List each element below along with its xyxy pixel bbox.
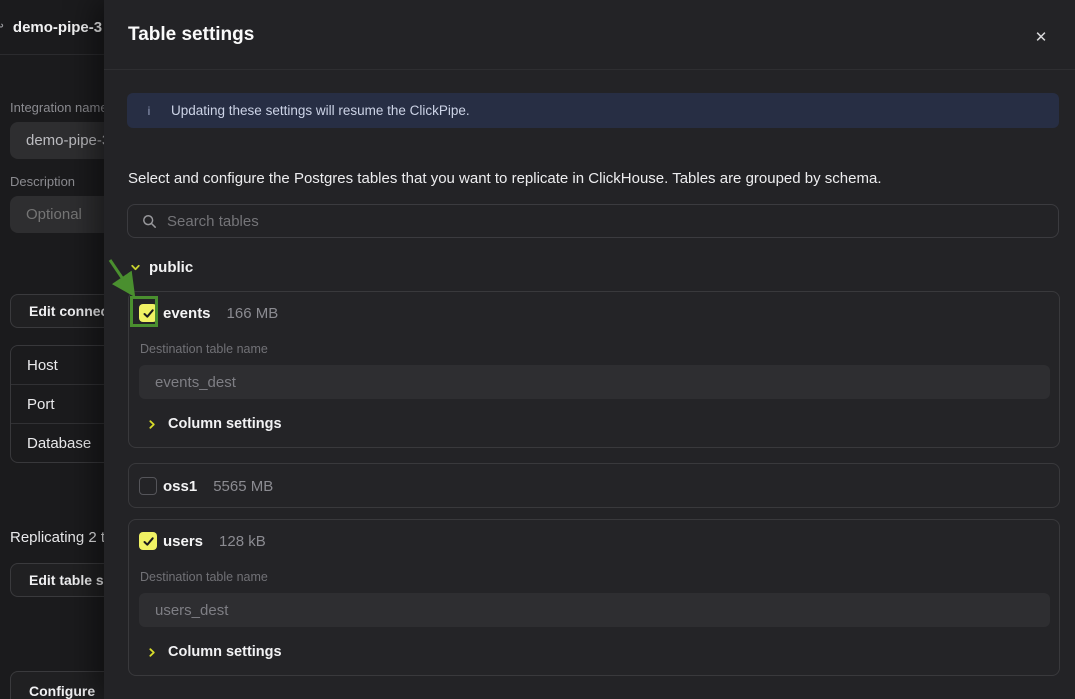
search-input[interactable] (167, 213, 1058, 230)
column-settings-toggle[interactable]: Column settings (147, 644, 282, 660)
checkbox-events[interactable] (139, 304, 157, 322)
chevron-down-icon (130, 262, 141, 273)
modal-header: Table settings ✕ (104, 0, 1075, 70)
modal-description: Select and configure the Postgres tables… (128, 170, 882, 187)
table-size: 166 MB (227, 305, 279, 322)
table-size: 128 kB (219, 533, 266, 550)
checkbox-users[interactable] (139, 532, 157, 550)
column-settings-toggle[interactable]: Column settings (147, 416, 282, 432)
info-banner: i Updating these settings will resume th… (127, 93, 1059, 128)
destination-table-label: Destination table name (140, 570, 268, 584)
destination-table-label: Destination table name (140, 342, 268, 356)
search-icon (142, 214, 157, 229)
back-icon[interactable]: ↩ (0, 19, 4, 35)
destination-table-input-users[interactable] (139, 593, 1050, 627)
modal-title: Table settings (128, 24, 254, 46)
destination-table-input-events[interactable] (139, 365, 1050, 399)
info-banner-text: Updating these settings will resume the … (171, 103, 470, 118)
chevron-right-icon (147, 647, 157, 658)
table-name: events (163, 305, 211, 322)
table-card-users: users 128 kB Destination table name Colu… (128, 519, 1060, 676)
check-icon (142, 535, 155, 548)
schema-group-public[interactable]: public (130, 259, 193, 276)
integration-name-label: Integration name (10, 100, 108, 115)
column-settings-label: Column settings (168, 416, 282, 432)
table-size: 5565 MB (213, 478, 273, 495)
checkbox-oss1[interactable] (139, 477, 157, 495)
pipe-title: demo-pipe-3 (13, 19, 102, 36)
check-icon (142, 307, 155, 320)
table-card-oss1: oss1 5565 MB (128, 463, 1060, 508)
description-label: Description (10, 174, 75, 189)
chevron-right-icon (147, 419, 157, 430)
search-tables-box[interactable] (127, 204, 1059, 238)
table-settings-modal: Table settings ✕ i Updating these settin… (104, 0, 1075, 699)
table-row: oss1 5565 MB (139, 477, 273, 495)
table-row: events 166 MB (139, 304, 278, 322)
table-name: oss1 (163, 478, 197, 495)
table-name: users (163, 533, 203, 550)
column-settings-label: Column settings (168, 644, 282, 660)
table-card-events: events 166 MB Destination table name Col… (128, 291, 1060, 448)
close-icon[interactable]: ✕ (1030, 26, 1052, 48)
schema-name: public (149, 259, 193, 276)
table-row: users 128 kB (139, 532, 266, 550)
info-icon: i (127, 104, 171, 118)
